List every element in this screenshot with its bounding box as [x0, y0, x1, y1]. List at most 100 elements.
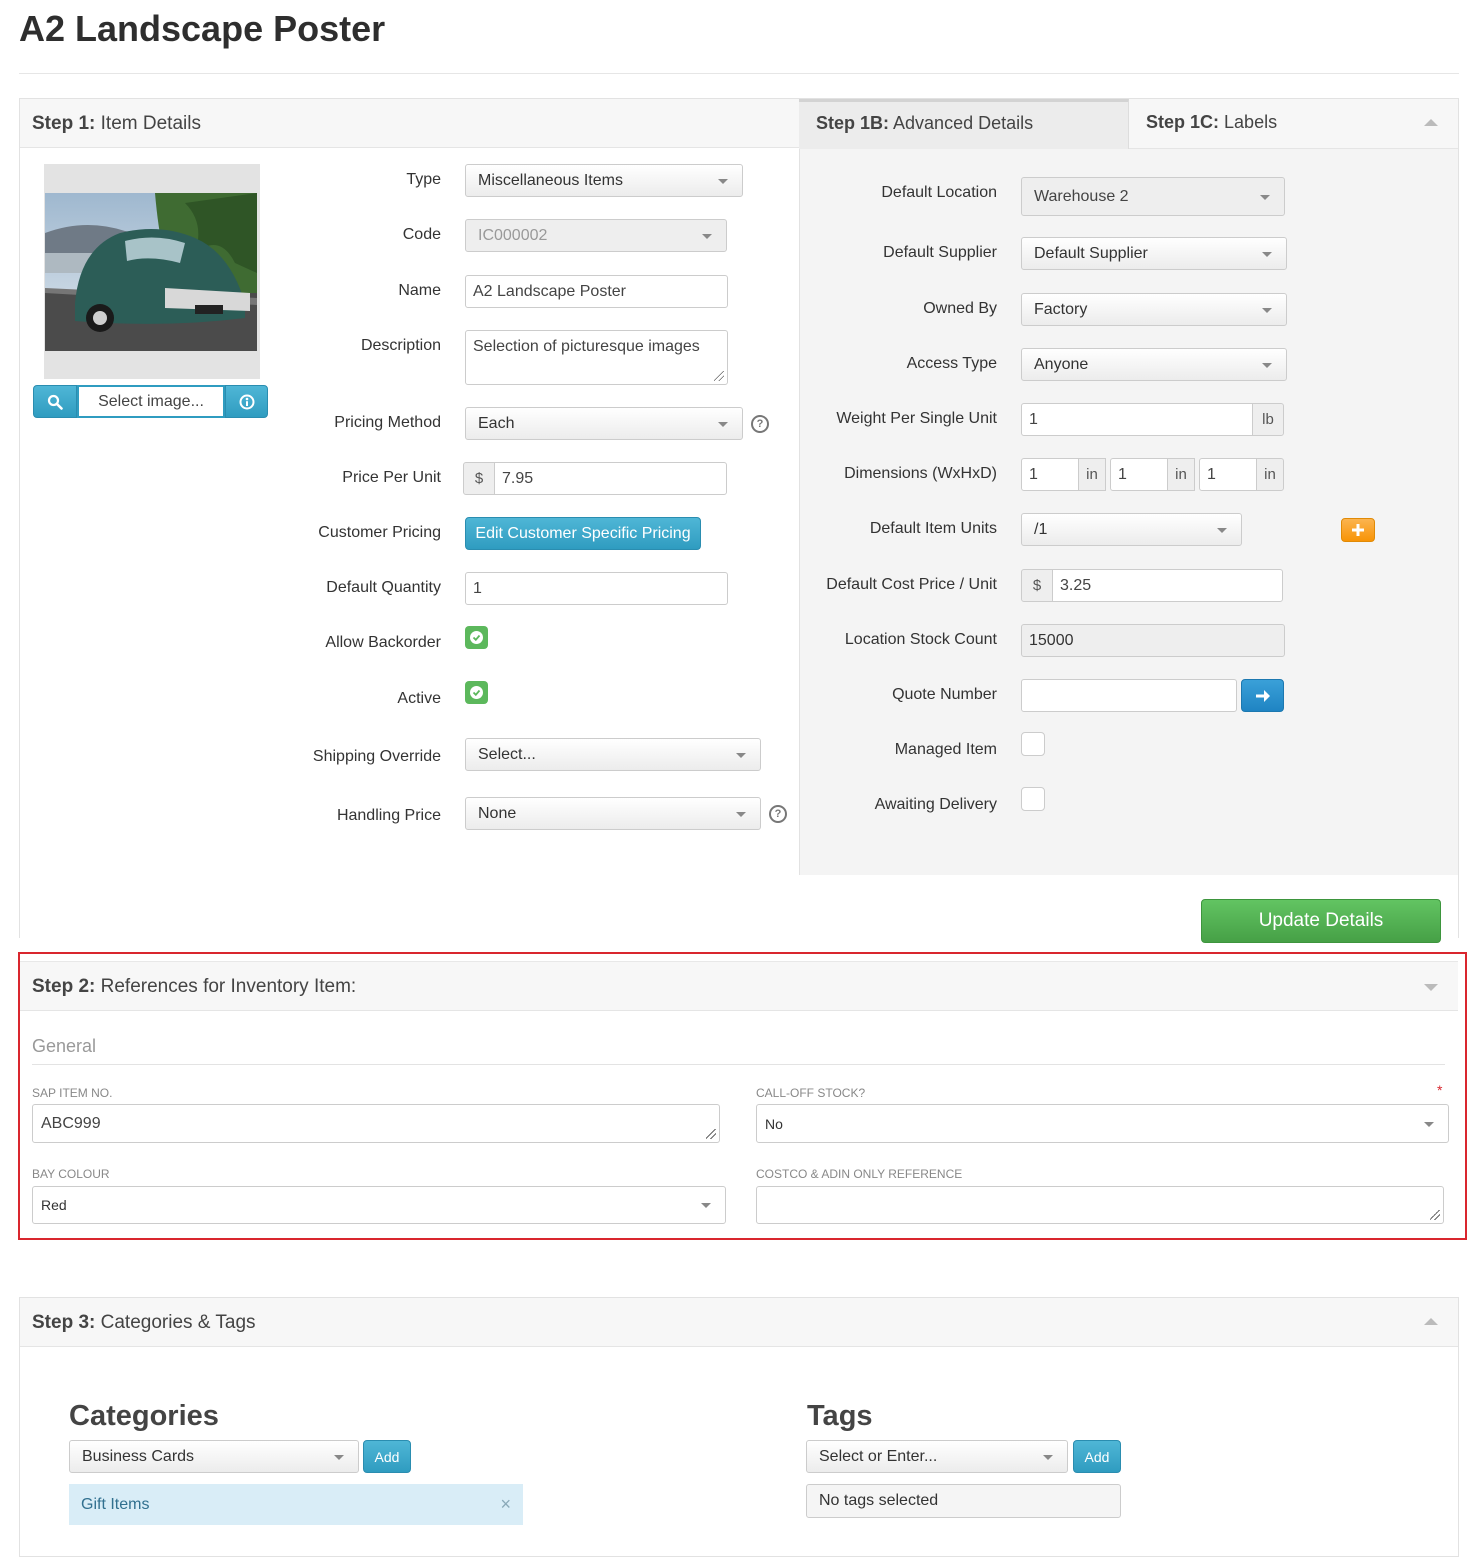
call-off-stock-value: No — [765, 1115, 783, 1132]
managed-item-checkbox[interactable] — [1021, 732, 1045, 756]
default-item-units-value: /1 — [1034, 520, 1048, 538]
default-cost-label: Default Cost Price / Unit — [826, 576, 997, 593]
tag-select[interactable]: Select or Enter... — [806, 1440, 1068, 1473]
active-checkbox[interactable] — [465, 681, 488, 704]
chevron-down-icon — [1260, 194, 1270, 200]
description-label: Description — [360, 337, 441, 354]
chevron-down-icon — [1217, 527, 1227, 533]
code-label: Code — [402, 226, 441, 243]
step1-header: Step 1: Item Details — [20, 99, 799, 148]
weight-unit-addon: lb — [1252, 403, 1284, 436]
resize-handle-icon[interactable] — [706, 1129, 716, 1139]
shipping-override-value: Select... — [478, 745, 536, 763]
edit-customer-pricing-button[interactable]: Edit Customer Specific Pricing — [465, 517, 701, 550]
price-per-unit-input[interactable]: 7.95 — [494, 462, 727, 495]
cost-currency-addon: $ — [1021, 569, 1053, 602]
pricing-method-value: Each — [478, 414, 515, 432]
default-cost-input[interactable]: 3.25 — [1052, 569, 1283, 602]
default-item-units-select[interactable]: /1 — [1021, 513, 1242, 546]
dimension-depth-input[interactable]: 1 — [1199, 458, 1257, 491]
step2-header[interactable]: Step 2: References for Inventory Item: — [20, 961, 1458, 1011]
image-select-input[interactable]: Select image... — [77, 385, 225, 418]
plus-icon — [1352, 524, 1364, 536]
awaiting-delivery-checkbox[interactable] — [1021, 787, 1045, 811]
bay-colour-select[interactable]: Red — [32, 1186, 726, 1224]
category-select[interactable]: Business Cards — [69, 1440, 359, 1473]
add-category-button[interactable]: Add — [363, 1440, 411, 1473]
tag-select-value: Select or Enter... — [819, 1447, 938, 1465]
category-select-value: Business Cards — [82, 1447, 195, 1465]
question-icon[interactable]: ? — [751, 415, 769, 433]
name-input[interactable]: A2 Landscape Poster — [465, 275, 728, 308]
step2-heading: Step 2: References for Inventory Item: — [32, 976, 357, 997]
description-textarea[interactable]: Selection of picturesque images — [465, 330, 728, 385]
type-select[interactable]: Miscellaneous Items — [465, 164, 743, 197]
collapse-up-icon[interactable] — [1424, 1318, 1438, 1325]
owned-by-select[interactable]: Factory — [1021, 293, 1287, 326]
access-type-select[interactable]: Anyone — [1021, 348, 1287, 381]
tab-labels[interactable]: Step 1C: Labels — [1129, 99, 1458, 149]
dimension-height-unit: in — [1167, 458, 1195, 491]
default-supplier-select[interactable]: Default Supplier — [1021, 237, 1287, 270]
awaiting-delivery-label: Awaiting Delivery — [874, 796, 997, 813]
dimension-width-unit: in — [1078, 458, 1106, 491]
collapse-up-icon[interactable] — [1424, 119, 1438, 126]
dimension-width-input[interactable]: 1 — [1021, 458, 1079, 491]
image-info-button[interactable] — [225, 385, 268, 418]
call-off-stock-select[interactable]: No — [756, 1104, 1449, 1143]
tab-advanced-details[interactable]: Step 1B: Advanced Details — [799, 99, 1129, 149]
step3-header[interactable]: Step 3: Categories & Tags — [20, 1298, 1458, 1347]
currency-addon: $ — [463, 462, 495, 495]
quote-number-input[interactable] — [1021, 679, 1237, 712]
expand-down-icon[interactable] — [1424, 984, 1438, 991]
sap-item-no-label: SAP ITEM NO. — [32, 1086, 113, 1100]
owned-by-value: Factory — [1034, 300, 1088, 318]
step3-heading: Step 3: Categories & Tags — [32, 1312, 256, 1333]
add-item-unit-button[interactable] — [1341, 518, 1375, 542]
resize-handle-icon[interactable] — [1430, 1210, 1440, 1220]
tags-title: Tags — [807, 1400, 873, 1432]
costco-ref-label: COSTCO & ADIN ONLY REFERENCE — [756, 1167, 963, 1181]
resize-handle-icon[interactable] — [714, 371, 724, 381]
image-search-button[interactable] — [33, 385, 77, 418]
pricing-method-select[interactable]: Each — [465, 407, 743, 440]
question-icon[interactable]: ? — [769, 805, 787, 823]
pricing-method-label: Pricing Method — [334, 414, 441, 431]
default-quantity-label: Default Quantity — [326, 579, 441, 596]
chevron-down-icon — [736, 811, 746, 817]
default-location-value: Warehouse 2 — [1034, 187, 1129, 205]
handling-price-label: Handling Price — [336, 807, 441, 824]
chevron-down-icon — [334, 1454, 344, 1460]
handling-price-select[interactable]: None — [465, 797, 761, 830]
update-details-button[interactable]: Update Details — [1201, 899, 1441, 943]
arrow-right-icon — [1255, 689, 1270, 702]
quote-go-button[interactable] — [1241, 679, 1284, 712]
item-image-frame — [44, 164, 260, 379]
sap-item-no-input[interactable]: ABC999 — [32, 1104, 720, 1143]
categories-title: Categories — [69, 1400, 219, 1432]
search-icon — [47, 394, 63, 410]
allow-backorder-checkbox[interactable] — [465, 626, 488, 649]
costco-ref-input[interactable] — [756, 1186, 1444, 1224]
handling-price-value: None — [478, 804, 517, 822]
managed-item-label: Managed Item — [894, 741, 997, 758]
add-tag-button[interactable]: Add — [1073, 1440, 1121, 1473]
tab-advanced-details-label: Step 1B: Advanced Details — [816, 113, 1034, 133]
chevron-down-icon — [718, 178, 728, 184]
weight-input[interactable]: 1 — [1021, 403, 1253, 436]
chevron-down-icon — [1262, 307, 1272, 313]
chevron-down-icon — [1043, 1454, 1053, 1460]
shipping-override-select[interactable]: Select... — [465, 738, 761, 771]
step1-heading: Step 1: Item Details — [32, 113, 201, 134]
allow-backorder-label: Allow Backorder — [325, 634, 441, 651]
chevron-down-icon — [701, 1203, 711, 1208]
category-chip-label: Gift Items — [81, 1495, 150, 1513]
price-per-unit-label: Price Per Unit — [342, 469, 441, 486]
code-select: IC000002 — [465, 219, 727, 252]
sap-item-no-value: ABC999 — [41, 1114, 101, 1132]
type-label: Type — [406, 171, 441, 188]
close-icon[interactable]: × — [500, 1494, 511, 1515]
default-quantity-input[interactable]: 1 — [465, 572, 728, 605]
name-label: Name — [398, 282, 441, 299]
dimension-height-input[interactable]: 1 — [1110, 458, 1168, 491]
